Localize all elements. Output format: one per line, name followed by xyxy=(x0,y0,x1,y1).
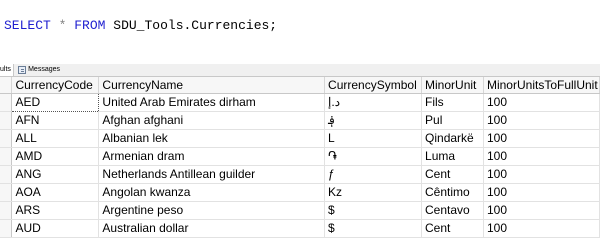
column-header[interactable]: MinorUnit xyxy=(421,77,484,94)
tab-messages[interactable]: Messages xyxy=(15,64,63,76)
cell-currency-name[interactable]: Argentine peso xyxy=(98,201,326,220)
sql-keyword-from: FROM xyxy=(74,18,106,33)
cell-minor-units-to-full-unit[interactable]: 100 xyxy=(483,201,600,220)
query-editor[interactable]: SELECT * FROM SDU_Tools.Currencies; xyxy=(0,0,600,42)
column-header[interactable]: MinorUnitsToFullUnit xyxy=(483,77,600,94)
cell-currency-name[interactable]: Angolan kwanza xyxy=(98,183,326,202)
cell-currency-code[interactable]: AED xyxy=(11,93,100,112)
cell-currency-name[interactable]: Australian dollar xyxy=(98,219,326,238)
row-header[interactable] xyxy=(0,201,13,220)
cell-minor-unit[interactable]: Pul xyxy=(421,111,484,130)
tab-results-label: ults xyxy=(0,66,11,73)
tab-results[interactable]: ults xyxy=(0,64,14,76)
cell-currency-symbol[interactable]: ƒ xyxy=(324,165,423,184)
cell-minor-units-to-full-unit[interactable]: 100 xyxy=(483,183,600,202)
column-header[interactable]: CurrencyName xyxy=(98,77,326,94)
cell-currency-name[interactable]: Netherlands Antillean guilder xyxy=(98,165,326,184)
cell-minor-unit[interactable]: Luma xyxy=(421,147,484,166)
table-row[interactable]: AUD Australian dollar $ Cent 100 xyxy=(0,219,600,238)
cell-currency-symbol[interactable]: د.إ xyxy=(324,93,423,112)
cell-minor-unit[interactable]: Qindarkë xyxy=(421,129,484,148)
table-row[interactable]: ANG Netherlands Antillean guilder ƒ Cent… xyxy=(0,165,600,184)
table-row[interactable]: AFN Afghan afghani ؋ Pul 100 xyxy=(0,111,600,130)
cell-currency-code[interactable]: ALL xyxy=(11,129,100,148)
cell-currency-code[interactable]: AFN xyxy=(11,111,100,130)
cell-minor-units-to-full-unit[interactable]: 100 xyxy=(483,165,600,184)
cell-currency-code[interactable]: AUD xyxy=(11,219,100,238)
cell-currency-symbol[interactable]: L xyxy=(324,129,423,148)
table-row[interactable]: AED United Arab Emirates dirham د.إ Fils… xyxy=(0,93,600,112)
cell-minor-unit[interactable]: Centavo xyxy=(421,201,484,220)
cell-currency-symbol[interactable]: ؋ xyxy=(324,111,423,130)
corner-cell[interactable] xyxy=(0,77,13,94)
cell-minor-unit[interactable]: Fils xyxy=(421,93,484,112)
row-header[interactable] xyxy=(0,93,13,112)
table-row[interactable]: ARS Argentine peso $ Centavo 100 xyxy=(0,201,600,220)
cell-currency-name[interactable]: Armenian dram xyxy=(98,147,326,166)
sql-object-name: SDU_Tools.Currencies; xyxy=(113,18,278,33)
cell-currency-code[interactable]: AMD xyxy=(11,147,100,166)
cell-minor-unit[interactable]: Cent xyxy=(421,165,484,184)
sql-keyword-select: SELECT xyxy=(4,18,51,33)
cell-minor-units-to-full-unit[interactable]: 100 xyxy=(483,93,600,112)
row-header[interactable] xyxy=(0,147,13,166)
cell-currency-symbol[interactable]: ֏ xyxy=(324,147,423,166)
cell-minor-unit[interactable]: Cêntimo xyxy=(421,183,484,202)
row-header[interactable] xyxy=(0,129,13,148)
cell-minor-unit[interactable]: Cent xyxy=(421,219,484,238)
cell-minor-units-to-full-unit[interactable]: 100 xyxy=(483,111,600,130)
tab-messages-label: Messages xyxy=(28,66,60,73)
cell-currency-name[interactable]: Afghan afghani xyxy=(98,111,326,130)
cell-currency-name[interactable]: United Arab Emirates dirham xyxy=(98,93,326,112)
cell-currency-code[interactable]: AOA xyxy=(11,183,100,202)
table-row[interactable]: AOA Angolan kwanza Kz Cêntimo 100 xyxy=(0,183,600,202)
cell-currency-symbol[interactable]: $ xyxy=(324,201,423,220)
row-header[interactable] xyxy=(0,111,13,130)
column-header[interactable]: CurrencySymbol xyxy=(324,77,423,94)
cell-minor-units-to-full-unit[interactable]: 100 xyxy=(483,129,600,148)
results-table: CurrencyCode CurrencyName CurrencySymbol… xyxy=(0,77,600,238)
cell-minor-units-to-full-unit[interactable]: 100 xyxy=(483,219,600,238)
column-header[interactable]: CurrencyCode xyxy=(11,77,100,94)
cell-currency-code[interactable]: ARS xyxy=(11,201,100,220)
cell-currency-code[interactable]: ANG xyxy=(11,165,100,184)
row-header[interactable] xyxy=(0,183,13,202)
cell-currency-symbol[interactable]: Kz xyxy=(324,183,423,202)
row-header[interactable] xyxy=(0,219,13,238)
messages-icon xyxy=(18,66,27,74)
table-row[interactable]: AMD Armenian dram ֏ Luma 100 xyxy=(0,147,600,166)
results-tabstrip: ults Messages xyxy=(0,64,600,77)
table-row[interactable]: ALL Albanian lek L Qindarkë 100 xyxy=(0,129,600,148)
header-row: CurrencyCode CurrencyName CurrencySymbol… xyxy=(0,77,600,94)
cell-currency-name[interactable]: Albanian lek xyxy=(98,129,326,148)
cell-currency-symbol[interactable]: $ xyxy=(324,219,423,238)
cell-minor-units-to-full-unit[interactable]: 100 xyxy=(483,147,600,166)
sql-star: * xyxy=(58,18,67,33)
results-grid[interactable]: CurrencyCode CurrencyName CurrencySymbol… xyxy=(0,77,600,238)
sql-statement[interactable]: SELECT * FROM SDU_Tools.Currencies; xyxy=(4,18,277,34)
row-header[interactable] xyxy=(0,165,13,184)
